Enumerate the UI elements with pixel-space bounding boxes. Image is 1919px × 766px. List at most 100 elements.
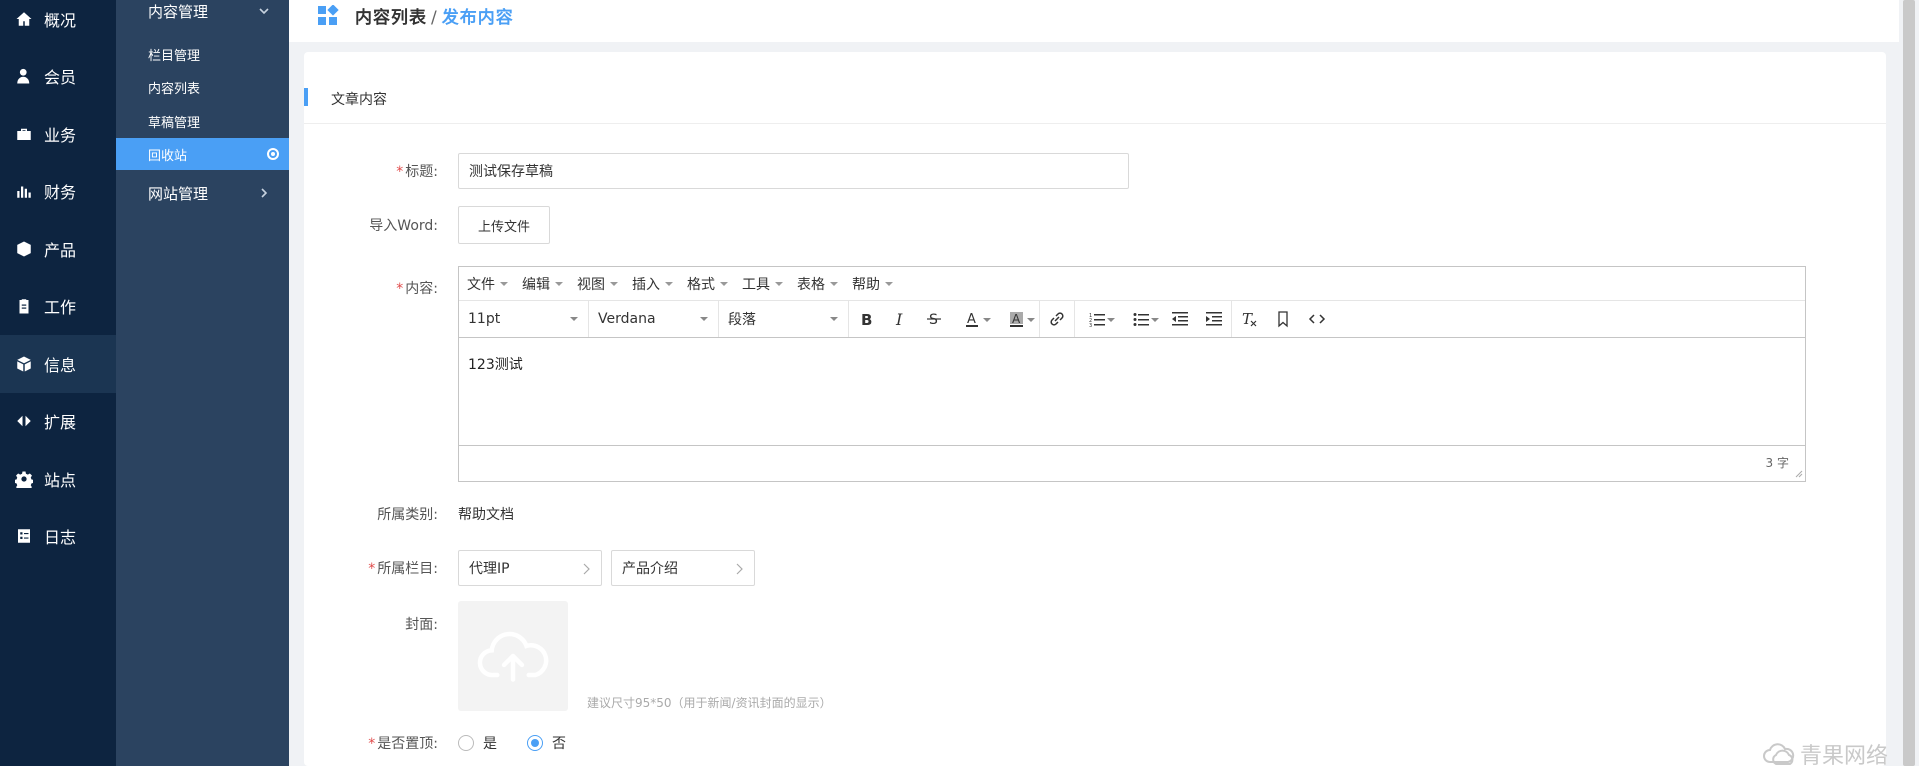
menu-group-label: 内容管理 bbox=[148, 2, 209, 21]
bookmark-button[interactable] bbox=[1266, 301, 1300, 337]
nav-item-label: 业务 bbox=[44, 126, 77, 145]
nav-item-label: 产品 bbox=[44, 241, 77, 260]
title-input[interactable] bbox=[458, 153, 1129, 189]
editor-toolbar: 11pt Verdana 段落 B I S A A 123 T bbox=[459, 301, 1805, 338]
block-format-select[interactable]: 段落 bbox=[719, 301, 849, 337]
font-size-select[interactable]: 11pt bbox=[459, 301, 589, 337]
numbered-list-button[interactable]: 123 bbox=[1075, 301, 1119, 337]
nav-item-info[interactable]: 信息 bbox=[0, 335, 116, 393]
text-color-button[interactable]: A bbox=[951, 301, 995, 337]
breadcrumb-parent[interactable]: 内容列表 bbox=[355, 8, 427, 28]
bullet-list-button[interactable] bbox=[1119, 301, 1163, 337]
caret-down-icon bbox=[555, 281, 563, 286]
upload-file-button[interactable]: 上传文件 bbox=[458, 206, 550, 244]
menu-group-site-management[interactable]: 网站管理 bbox=[116, 178, 289, 208]
page-header: 内容列表 / 发布内容 bbox=[289, 0, 1899, 42]
svg-text:B: B bbox=[861, 311, 872, 328]
strikethrough-icon: S bbox=[927, 312, 941, 328]
resize-handle-icon[interactable] bbox=[1793, 468, 1803, 478]
bold-button[interactable]: B bbox=[849, 301, 883, 337]
menu-table[interactable]: 表格 bbox=[797, 274, 838, 294]
menu-edit[interactable]: 编辑 bbox=[522, 274, 563, 294]
indent-button[interactable] bbox=[1197, 301, 1231, 337]
editor-content-area[interactable]: 123测试 bbox=[459, 338, 1805, 446]
sidebar-item-recycle-bin[interactable]: 回收站 bbox=[116, 138, 289, 170]
editor-menubar: 文件 编辑 视图 插入 格式 工具 表格 帮助 bbox=[459, 267, 1805, 301]
caret-down-icon bbox=[830, 281, 838, 286]
nav-item-logs[interactable]: 日志 bbox=[0, 507, 116, 565]
menu-file[interactable]: 文件 bbox=[467, 274, 508, 294]
strikethrough-button[interactable]: S bbox=[917, 301, 951, 337]
menu-insert[interactable]: 插入 bbox=[632, 274, 673, 294]
card-header: 文章内容 bbox=[304, 52, 1886, 124]
sidebar-item-content-list[interactable]: 内容列表 bbox=[116, 71, 289, 103]
sidebar-item-label: 回收站 bbox=[148, 148, 188, 164]
pin-top-label: * 是否置顶: bbox=[368, 736, 438, 752]
nav-item-business[interactable]: 业务 bbox=[0, 105, 116, 163]
card-title: 文章内容 bbox=[331, 92, 387, 108]
nav-item-label: 会员 bbox=[44, 68, 77, 87]
gear-icon bbox=[12, 470, 36, 488]
link-button[interactable] bbox=[1040, 301, 1074, 337]
background-color-button[interactable]: A bbox=[995, 301, 1039, 337]
breadcrumb-separator: / bbox=[431, 8, 438, 28]
breadcrumb-current: 发布内容 bbox=[441, 8, 514, 28]
sidebar-item-drafts[interactable]: 草稿管理 bbox=[116, 105, 289, 137]
page-scrollbar[interactable] bbox=[1899, 0, 1919, 766]
caret-down-icon bbox=[830, 317, 838, 321]
menu-group-label: 网站管理 bbox=[148, 184, 209, 203]
nav-item-sites[interactable]: 站点 bbox=[0, 450, 116, 508]
clear-formatting-button[interactable]: T bbox=[1232, 301, 1266, 337]
caret-down-icon bbox=[610, 281, 618, 286]
secondary-sidebar: 内容管理 栏目管理 内容列表 草稿管理 回收站 网站管理 bbox=[116, 0, 289, 766]
cloud-upload-icon bbox=[477, 631, 549, 682]
bookmark-icon bbox=[1278, 311, 1288, 328]
rich-text-editor: 文件 编辑 视图 插入 格式 工具 表格 帮助 11pt Verdana 段落 … bbox=[458, 266, 1806, 482]
primary-sidebar: 概况 会员 业务 财务 产品 工作 信息 扩展 站点 日志 bbox=[0, 0, 116, 766]
caret-down-icon bbox=[700, 317, 708, 321]
nav-item-work[interactable]: 工作 bbox=[0, 277, 116, 335]
nav-item-label: 财务 bbox=[44, 183, 77, 202]
nav-item-finance[interactable]: 财务 bbox=[0, 162, 116, 220]
font-family-select[interactable]: Verdana bbox=[589, 301, 719, 337]
menu-format[interactable]: 格式 bbox=[687, 274, 728, 294]
nav-item-members[interactable]: 会员 bbox=[0, 47, 116, 105]
column-select-primary[interactable]: 代理IP bbox=[458, 550, 602, 586]
nav-item-extensions[interactable]: 扩展 bbox=[0, 392, 116, 450]
nav-item-label: 日志 bbox=[44, 528, 77, 547]
menu-tools[interactable]: 工具 bbox=[742, 274, 783, 294]
pin-top-no-radio[interactable]: 否 bbox=[527, 733, 566, 753]
radio-circle-selected[interactable] bbox=[527, 735, 543, 751]
caret-down-icon bbox=[885, 281, 893, 286]
menu-group-content-management[interactable]: 内容管理 bbox=[116, 0, 289, 26]
cover-size-hint: 建议尺寸95*50（用于新闻/资讯封面的显示） bbox=[587, 696, 832, 710]
source-code-button[interactable] bbox=[1300, 301, 1334, 337]
outdent-button[interactable] bbox=[1163, 301, 1197, 337]
clipboard-icon bbox=[12, 297, 36, 315]
sidebar-item-label: 内容列表 bbox=[148, 81, 201, 97]
content-label: * 内容: bbox=[396, 281, 438, 297]
nav-item-overview[interactable]: 概况 bbox=[0, 0, 116, 48]
cube-icon bbox=[12, 355, 36, 373]
editor-statusbar: 3 字 bbox=[459, 446, 1805, 480]
scrollbar-thumb[interactable] bbox=[1903, 0, 1915, 766]
sidebar-item-columns[interactable]: 栏目管理 bbox=[116, 38, 289, 70]
menu-view[interactable]: 视图 bbox=[577, 274, 618, 294]
active-indicator-icon bbox=[267, 148, 279, 160]
bold-icon: B bbox=[861, 311, 872, 328]
background-color-icon: A bbox=[1010, 312, 1023, 327]
pin-top-yes-radio[interactable]: 是 bbox=[458, 733, 497, 753]
title-label: * 标题: bbox=[396, 164, 438, 180]
cover-label: 封面: bbox=[405, 617, 438, 633]
svg-text:A: A bbox=[967, 312, 976, 327]
checklist-icon bbox=[12, 527, 36, 545]
cover-upload-area[interactable] bbox=[458, 601, 568, 711]
indent-icon bbox=[1206, 312, 1222, 326]
column-select-secondary[interactable]: 产品介绍 bbox=[611, 550, 755, 586]
caret-down-icon bbox=[775, 281, 783, 286]
italic-button[interactable]: I bbox=[883, 301, 917, 337]
radio-circle[interactable] bbox=[458, 735, 474, 751]
nav-item-products[interactable]: 产品 bbox=[0, 220, 116, 278]
word-count: 3 字 bbox=[1765, 456, 1789, 470]
menu-help[interactable]: 帮助 bbox=[852, 274, 893, 294]
